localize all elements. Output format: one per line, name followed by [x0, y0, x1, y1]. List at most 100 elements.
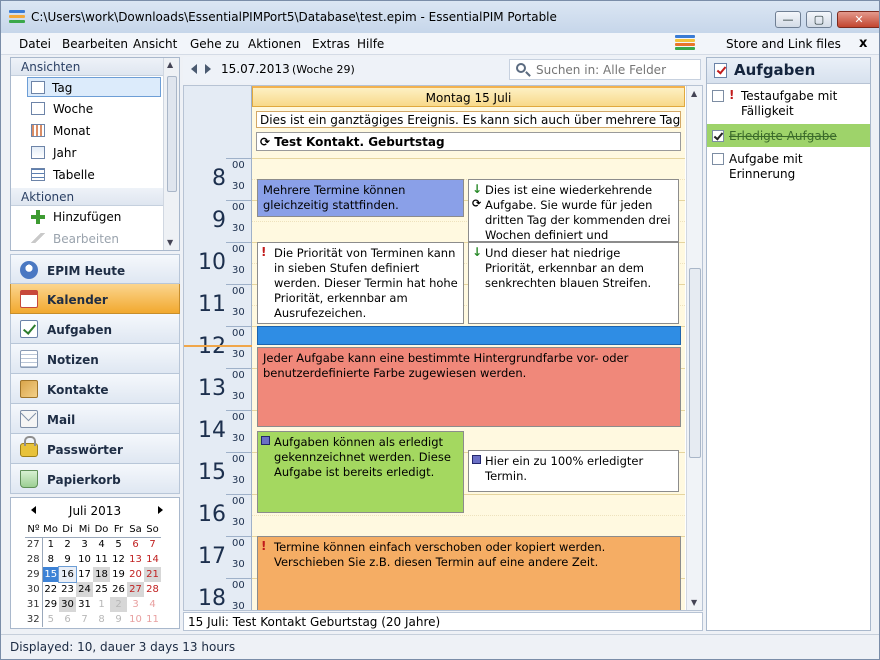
task-item[interactable]: Aufgabe mit Erinnerung — [707, 147, 870, 185]
previous-day-arrow-icon[interactable] — [191, 64, 197, 74]
module-epim-today[interactable]: EPIM Heute — [10, 254, 180, 284]
day-cell[interactable]: 21 — [144, 567, 161, 582]
day-cell[interactable]: 11 — [93, 552, 110, 567]
day-cell[interactable]: 3 — [76, 537, 93, 552]
menu-aktionen[interactable]: Aktionen — [248, 37, 301, 51]
menu-extras[interactable]: Extras — [312, 37, 350, 51]
event-low-priority[interactable]: ↓ Und dieser hat niedrige Priorität, erk… — [468, 242, 679, 324]
menu-datei[interactable]: Datei — [19, 37, 51, 51]
day-cell[interactable]: 6 — [59, 612, 76, 627]
search-icon[interactable] — [516, 63, 526, 73]
close-button[interactable]: ✕ — [837, 11, 879, 28]
day-cell[interactable]: 24 — [76, 582, 93, 597]
search-input[interactable] — [536, 62, 696, 77]
event-colored[interactable]: Jeder Aufgabe kann eine bestimmte Hinter… — [257, 347, 681, 427]
view-day[interactable]: Tag — [27, 77, 161, 97]
day-cell[interactable]: 7 — [76, 612, 93, 627]
day-cell[interactable]: 9 — [59, 552, 76, 567]
week-number[interactable]: 27 — [25, 537, 43, 552]
day-cell[interactable]: 25 — [93, 582, 110, 597]
view-month[interactable]: Monat — [11, 120, 179, 142]
scrollbar-thumb[interactable] — [167, 76, 177, 192]
day-cell[interactable]: 26 — [110, 582, 127, 597]
day-cell[interactable]: 17 — [76, 567, 93, 582]
week-number[interactable]: 32 — [25, 612, 43, 627]
event-blue-bar[interactable] — [257, 326, 681, 345]
task-checkbox-checked[interactable] — [712, 130, 724, 142]
day-cell[interactable]: 28 — [144, 582, 161, 597]
module-contacts[interactable]: Kontakte — [10, 374, 180, 404]
day-cell[interactable]: 13 — [127, 552, 144, 567]
day-cell[interactable]: 12 — [110, 552, 127, 567]
store-link-label[interactable]: Store and Link files — [726, 37, 841, 51]
next-month-arrow-icon[interactable] — [158, 506, 163, 514]
view-table[interactable]: Tabelle — [11, 164, 179, 186]
task-item-completed[interactable]: Erledigte Aufgabe — [707, 124, 870, 147]
day-cell[interactable]: 8 — [93, 612, 110, 627]
day-cell[interactable]: 10 — [127, 612, 144, 627]
day-cell[interactable]: 11 — [144, 612, 161, 627]
day-cell[interactable]: 19 — [110, 567, 127, 582]
event-completed-task[interactable]: Aufgaben können als erledigt gekennzeich… — [257, 431, 464, 513]
scroll-down-arrow-icon[interactable]: ▼ — [167, 238, 173, 247]
menu-ansicht[interactable]: Ansicht — [133, 37, 177, 51]
event-concurrent[interactable]: Mehrere Termine können gleichzeitig stat… — [257, 179, 464, 217]
calendar-scrollbar[interactable]: ▲ ▼ — [686, 86, 702, 610]
week-number[interactable]: 29 — [25, 567, 43, 582]
day-cell[interactable]: 16 — [58, 566, 77, 583]
day-cell[interactable]: 5 — [110, 537, 127, 552]
menu-gehe-zu[interactable]: Gehe zu — [190, 37, 239, 51]
search-box[interactable] — [509, 59, 701, 80]
module-recycle-bin[interactable]: Papierkorb — [10, 464, 180, 494]
day-cell[interactable]: 27 — [127, 582, 144, 597]
view-year[interactable]: Jahr — [11, 142, 179, 164]
day-cell[interactable]: 6 — [127, 537, 144, 552]
day-cell[interactable]: 20 — [127, 567, 144, 582]
scroll-up-arrow-icon[interactable]: ▲ — [167, 60, 173, 69]
module-notes[interactable]: Notizen — [10, 344, 180, 374]
views-scrollbar[interactable]: ▲ ▼ — [163, 58, 179, 250]
store-link-icon[interactable] — [675, 35, 695, 51]
menu-bearbeiten[interactable]: Bearbeiten — [62, 37, 128, 51]
day-cell[interactable]: 29 — [42, 597, 59, 612]
menu-hilfe[interactable]: Hilfe — [357, 37, 384, 51]
week-number[interactable]: 31 — [25, 597, 43, 612]
day-header[interactable]: Montag 15 Juli — [252, 86, 685, 107]
scroll-up-arrow-icon[interactable]: ▲ — [691, 89, 697, 98]
module-tasks[interactable]: Aufgaben — [10, 314, 180, 344]
module-calendar[interactable]: Kalender — [10, 284, 180, 314]
event-movable[interactable]: ! Termine können einfach verschoben oder… — [257, 536, 681, 610]
day-cell[interactable]: 31 — [76, 597, 93, 612]
week-number[interactable]: 30 — [25, 582, 43, 597]
module-mail[interactable]: Mail — [10, 404, 180, 434]
all-day-event[interactable]: Dies ist ein ganztägiges Ereignis. Es ka… — [256, 111, 681, 128]
next-day-arrow-icon[interactable] — [205, 64, 211, 74]
event-completed-appointment[interactable]: Hier ein zu 100% erledigter Termin. — [468, 450, 679, 492]
day-cell[interactable]: 3 — [127, 597, 144, 612]
day-cell-selected[interactable]: 15 — [42, 567, 59, 582]
week-number[interactable]: 28 — [25, 552, 43, 567]
view-week[interactable]: Woche — [11, 98, 179, 120]
store-link-close-button[interactable]: x — [859, 36, 867, 51]
event-recurring[interactable]: ↓ ⟳ Dies ist eine wiederkehrende Aufgabe… — [468, 179, 679, 242]
day-cell[interactable]: 14 — [144, 552, 161, 567]
day-cell[interactable]: 10 — [76, 552, 93, 567]
action-add[interactable]: Hinzufügen — [11, 206, 179, 228]
maximize-button[interactable]: ▢ — [806, 11, 832, 28]
scroll-down-arrow-icon[interactable]: ▼ — [691, 598, 697, 607]
day-column[interactable]: Montag 15 Juli Dies ist ein ganztägiges … — [252, 86, 685, 610]
day-cell[interactable]: 4 — [93, 537, 110, 552]
day-cell[interactable]: 30 — [59, 597, 76, 612]
task-item[interactable]: ! Testaufgabe mit Fälligkeit — [707, 84, 870, 122]
day-cell[interactable]: 2 — [59, 537, 76, 552]
day-cell[interactable]: 23 — [59, 582, 76, 597]
event-high-priority[interactable]: ! Die Priorität von Terminen kann in sie… — [257, 242, 464, 324]
task-checkbox[interactable] — [712, 153, 724, 165]
day-cell[interactable]: 18 — [93, 567, 110, 582]
day-cell[interactable]: 5 — [42, 612, 59, 627]
day-cell[interactable]: 9 — [110, 612, 127, 627]
day-cell[interactable]: 1 — [93, 597, 110, 612]
action-edit[interactable]: Bearbeiten — [11, 228, 179, 250]
task-checkbox[interactable] — [712, 90, 724, 102]
minimize-button[interactable]: — — [775, 11, 801, 28]
